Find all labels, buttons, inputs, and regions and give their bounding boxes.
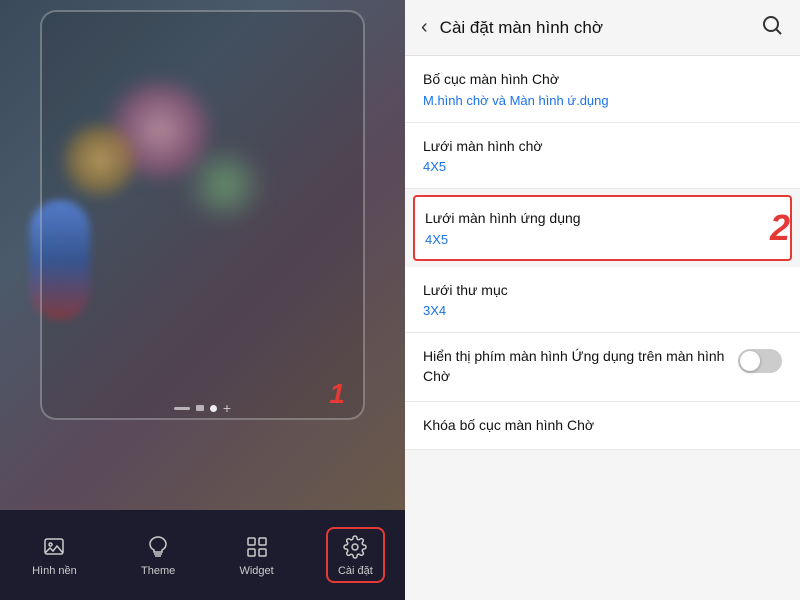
settings-icon	[341, 533, 369, 561]
back-button[interactable]: ‹	[421, 16, 428, 39]
nav-label-cai-dat: Cài đặt	[338, 565, 373, 577]
setting-khoa-bo-cuc[interactable]: Khóa bố cục màn hình Chờ	[405, 402, 800, 451]
setting-luoi-thu-muc-title: Lưới thư mục	[423, 281, 782, 301]
nav-label-hinh-nen: Hình nền	[32, 565, 77, 577]
setting-luoi-cho-title: Lưới màn hình chờ	[423, 137, 782, 157]
setting-luoi-man-hinh-cho[interactable]: Lưới màn hình chờ 4X5	[405, 123, 800, 190]
setting-luoi-ung-dung-title: Lưới màn hình ứng dụng	[425, 209, 750, 229]
setting-luoi-cho-value: 4X5	[423, 159, 782, 174]
nav-label-theme: Theme	[141, 565, 175, 577]
nav-item-hinh-nen[interactable]: Hình nền	[20, 527, 89, 583]
setting-bo-cuc-title: Bố cục màn hình Chờ	[423, 70, 782, 90]
theme-icon	[144, 533, 172, 561]
setting-hien-thi-phim[interactable]: Hiển thị phím màn hình Ứng dụng trên màn…	[405, 333, 800, 401]
settings-header: ‹ Cài đặt màn hình chờ	[405, 0, 800, 56]
search-button[interactable]	[760, 13, 784, 42]
nav-item-theme[interactable]: Theme	[129, 527, 187, 583]
badge-number-2: 2	[770, 207, 790, 249]
setting-luoi-ung-dung-row: Lưới màn hình ứng dụng 4X5 2	[413, 195, 792, 261]
badge-number-1: 1	[329, 378, 345, 410]
dot-circle	[210, 405, 217, 412]
setting-luoi-thu-muc[interactable]: Lưới thư mục 3X4	[405, 267, 800, 334]
setting-bo-cuc[interactable]: Bố cục màn hình Chờ M.hình chờ và Màn hì…	[405, 56, 800, 123]
setting-hien-thi-phim-text: Hiển thị phím màn hình Ứng dụng trên màn…	[423, 347, 738, 386]
right-panel: ‹ Cài đặt màn hình chờ Bố cục màn hình C…	[405, 0, 800, 600]
dot-square	[196, 405, 204, 411]
setting-bo-cuc-value: M.hình chờ và Màn hình ứ.dụng	[423, 93, 782, 108]
setting-hien-thi-phim-title: Hiển thị phím màn hình Ứng dụng trên màn…	[423, 347, 726, 386]
setting-luoi-ung-dung-value: 4X5	[425, 232, 750, 247]
setting-luoi-ung-dung[interactable]: Lưới màn hình ứng dụng 4X5	[415, 197, 760, 259]
setting-luoi-thu-muc-value: 3X4	[423, 303, 782, 318]
image-icon	[40, 533, 68, 561]
nav-label-widget: Widget	[239, 565, 273, 577]
nav-item-widget[interactable]: Widget	[227, 527, 285, 583]
settings-list: Bố cục màn hình Chờ M.hình chờ và Màn hì…	[405, 56, 800, 600]
dot-dash	[174, 407, 190, 410]
dot-plus: +	[223, 401, 231, 415]
hien-thi-phim-toggle[interactable]	[738, 349, 782, 373]
page-title: Cài đặt màn hình chờ	[440, 18, 748, 38]
wallpaper-preview: + 1	[0, 0, 405, 510]
nav-item-cai-dat[interactable]: Cài đặt	[326, 527, 385, 583]
setting-khoa-bo-cuc-title: Khóa bố cục màn hình Chờ	[423, 416, 782, 436]
left-panel: + 1 Hình nền The	[0, 0, 405, 600]
bottom-navigation: Hình nền Theme	[0, 510, 405, 600]
widget-icon	[243, 533, 271, 561]
phone-frame	[40, 10, 365, 420]
